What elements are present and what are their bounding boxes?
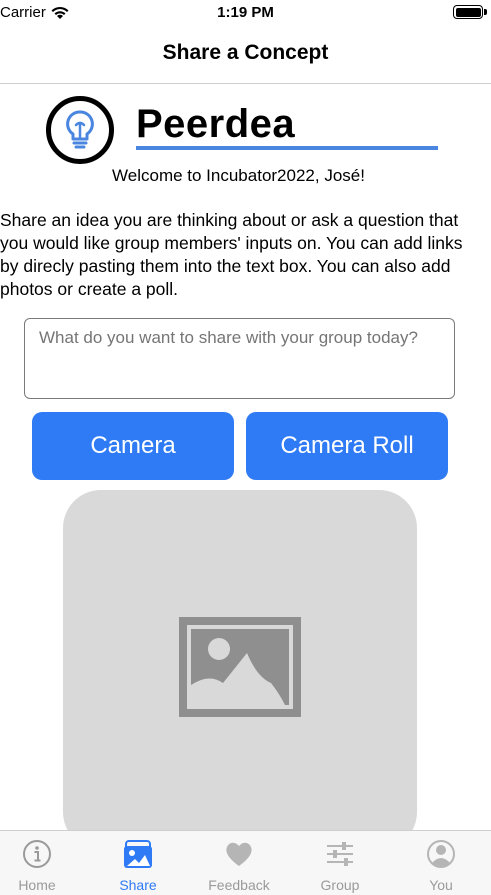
tab-group-label: Group [320,877,360,893]
brand-name: Peerdea [136,102,296,146]
share-text-input[interactable] [24,318,455,399]
info-icon [23,840,51,868]
app-logo: Peerdea [46,96,446,166]
navigation-bar: Share a Concept [0,24,491,84]
photo-icon [124,840,152,868]
tab-share-label: Share [119,877,157,893]
share-instructions: Share an idea you are thinking about or … [0,210,463,299]
tab-bar: Home Share Feedback Group You [0,830,491,895]
lightbulb-icon [46,96,114,164]
tab-share[interactable]: Share [89,831,187,895]
tab-feedback[interactable]: Feedback [190,831,288,895]
welcome-message: Welcome to Incubator2022, José! [112,166,365,185]
photo-preview[interactable] [63,490,417,850]
tab-you[interactable]: You [392,831,490,895]
page-title: Share a Concept [162,41,329,64]
camera-button[interactable]: Camera [32,412,234,480]
camera-roll-button[interactable]: Camera Roll [246,412,448,480]
tab-home[interactable]: Home [0,831,86,895]
battery-icon [453,5,487,19]
status-bar: Carrier 1:19 PM [0,0,491,24]
heart-icon [226,842,252,866]
tab-home-label: Home [18,877,56,893]
tab-you-label: You [429,877,453,893]
tab-group[interactable]: Group [291,831,389,895]
sliders-icon [327,842,353,866]
person-icon [427,840,455,868]
brand-underline [136,146,438,150]
tab-feedback-label: Feedback [208,877,270,893]
image-placeholder-icon [179,617,301,717]
status-time: 1:19 PM [217,4,274,21]
